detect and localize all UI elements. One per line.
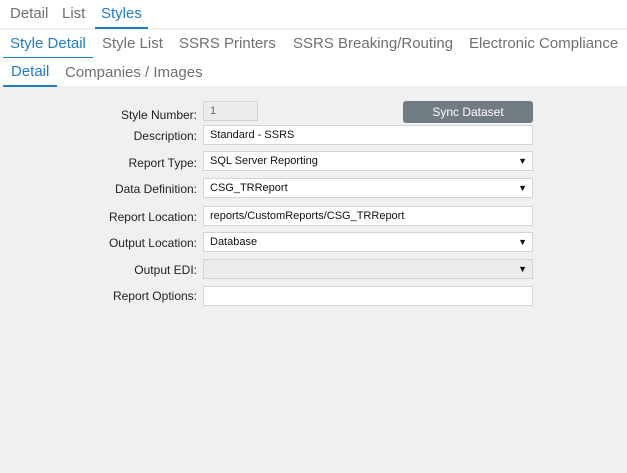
tab-electronic-compliance[interactable]: Electronic Compliance bbox=[469, 30, 618, 57]
chevron-down-icon: ▼ bbox=[518, 183, 527, 193]
data-definition-label: Data Definition: bbox=[114, 182, 197, 196]
tab-ssrs-printers[interactable]: SSRS Printers bbox=[179, 30, 276, 57]
output-location-value: Database bbox=[210, 236, 258, 248]
report-options-input[interactable] bbox=[203, 286, 533, 306]
style-number-field: 1 bbox=[203, 101, 258, 121]
chevron-down-icon: ▼ bbox=[518, 237, 527, 247]
secondary-tab-bar: Style Detail Style List SSRS Printers SS… bbox=[0, 30, 627, 59]
sync-dataset-button[interactable]: Sync Dataset bbox=[403, 101, 533, 123]
tertiary-tab-bar: Detail Companies / Images bbox=[0, 58, 627, 87]
primary-tab-bar: Detail List Styles bbox=[0, 0, 627, 29]
tab-style-list[interactable]: Style List bbox=[102, 30, 163, 57]
tab-companies-images[interactable]: Companies / Images bbox=[65, 58, 203, 87]
output-edi-select[interactable]: ▼ bbox=[203, 259, 533, 279]
output-location-label: Output Location: bbox=[108, 236, 197, 250]
report-location-input[interactable]: reports/CustomReports/CSG_TRReport bbox=[203, 206, 533, 226]
tab-detail[interactable]: Detail bbox=[10, 0, 48, 28]
data-definition-value: CSG_TRReport bbox=[210, 182, 288, 194]
report-type-label: Report Type: bbox=[128, 156, 197, 170]
tab-ssrs-breaking-routing[interactable]: SSRS Breaking/Routing bbox=[293, 30, 453, 57]
chevron-down-icon: ▼ bbox=[518, 156, 527, 166]
style-detail-form: Style Number: 1 Sync Dataset Description… bbox=[0, 88, 627, 473]
tab-style-detail[interactable]: Style Detail bbox=[3, 30, 93, 59]
tab-sub-detail[interactable]: Detail bbox=[3, 58, 58, 87]
output-edi-label: Output EDI: bbox=[134, 263, 197, 277]
chevron-down-icon: ▼ bbox=[518, 264, 527, 274]
description-label: Description: bbox=[133, 129, 197, 143]
report-type-value: SQL Server Reporting bbox=[210, 155, 318, 167]
tab-list[interactable]: List bbox=[62, 0, 85, 28]
report-location-label: Report Location: bbox=[108, 210, 197, 224]
tab-styles[interactable]: Styles bbox=[95, 0, 148, 29]
style-number-label: Style Number: bbox=[120, 108, 197, 122]
output-location-select[interactable]: Database ▼ bbox=[203, 232, 533, 252]
description-input[interactable]: Standard - SSRS bbox=[203, 125, 533, 145]
report-options-label: Report Options: bbox=[112, 289, 197, 303]
report-type-select[interactable]: SQL Server Reporting ▼ bbox=[203, 151, 533, 171]
data-definition-select[interactable]: CSG_TRReport ▼ bbox=[203, 178, 533, 198]
